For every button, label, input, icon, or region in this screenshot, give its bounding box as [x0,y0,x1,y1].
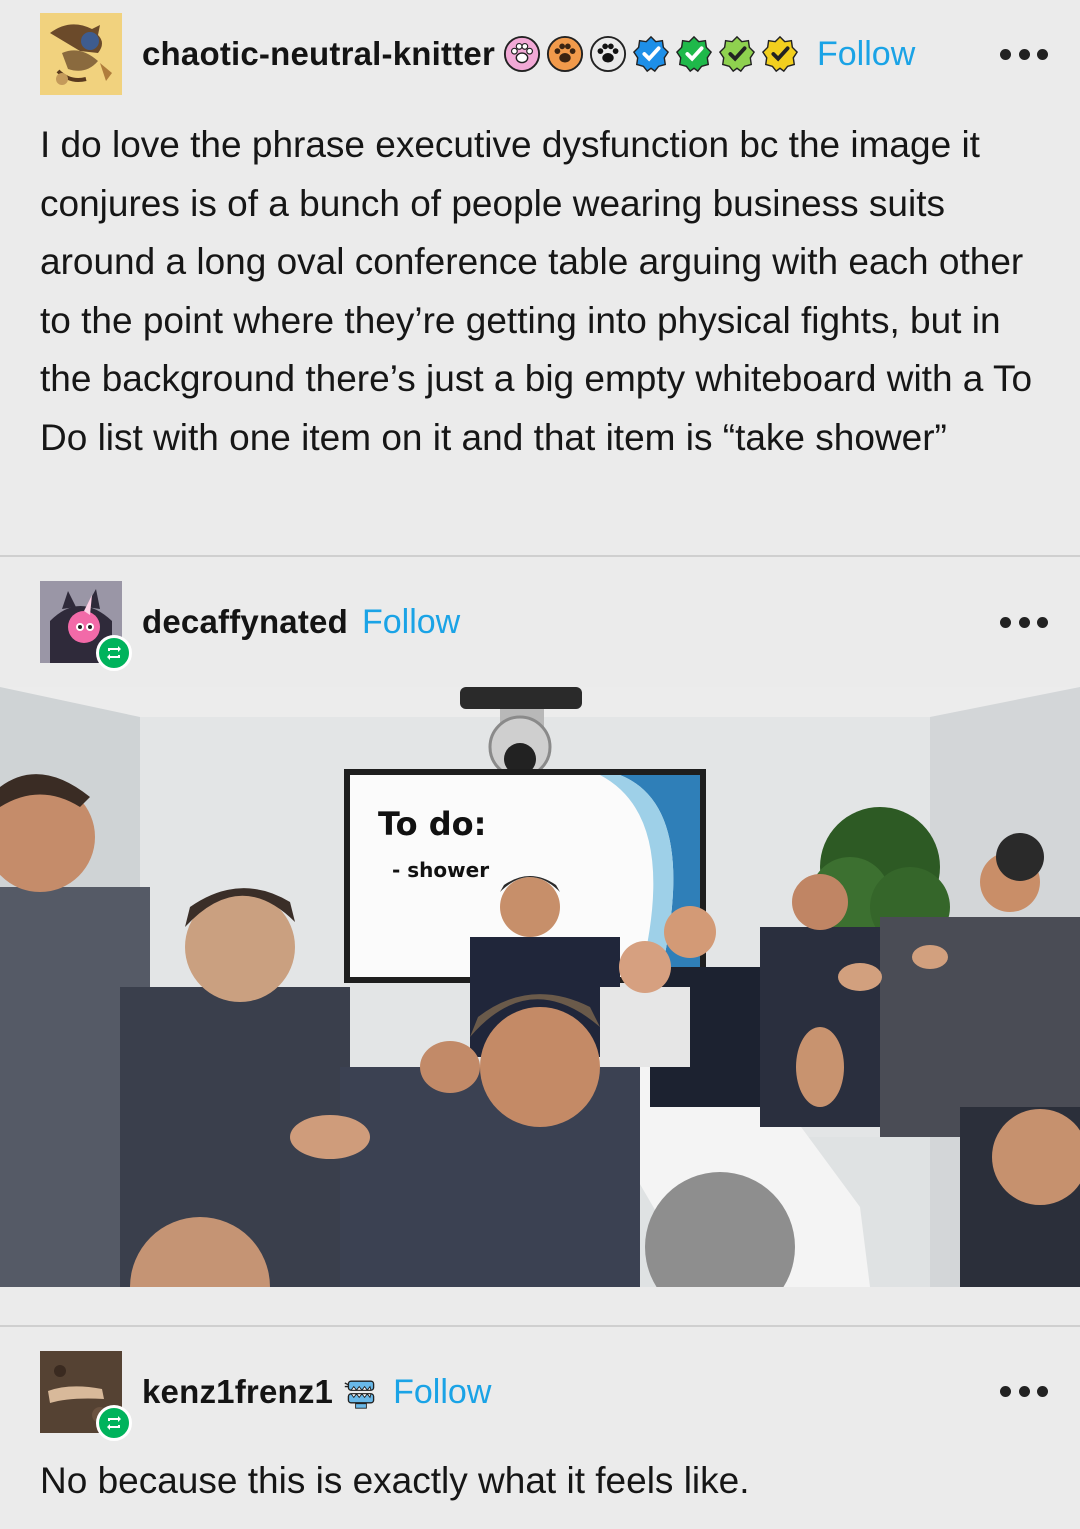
check-badge-yellow-icon [761,35,799,73]
divider [0,555,1080,557]
meme-image: To do: - shower [0,687,1080,1287]
post3-header: kenz1frenz1 Follow [40,1351,491,1441]
check-badge-green-icon [675,35,713,73]
post2-header: decaffynated Follow [40,581,460,671]
username[interactable]: decaffynated [142,603,348,641]
teeth-badge-icon [344,1380,375,1409]
more-options-icon[interactable] [1000,1381,1048,1401]
check-badge-lightgreen-icon [718,35,756,73]
reblog-icon [96,635,132,671]
check-badge-blue-icon [632,35,670,73]
more-options-icon[interactable] [1000,44,1048,64]
username[interactable]: chaotic-neutral-knitter [142,35,495,73]
more-options-icon[interactable] [1000,612,1048,632]
chaotic-neutral-knitter-avatar[interactable] [40,13,122,95]
follow-button[interactable]: Follow [817,35,915,74]
whiteboard-item: - shower [392,858,489,882]
post1-header: chaotic-neutral-knitter Follow [40,13,915,95]
kenz1frenz1-avatar[interactable] [40,1351,132,1441]
follow-button[interactable]: Follow [393,1373,491,1412]
reblog-icon [96,1405,132,1441]
post-text: I do love the phrase executive dysfuncti… [40,124,1033,458]
paw-badge-pink-icon [503,35,541,73]
user-badges [503,35,799,73]
paw-badge-orange-icon [546,35,584,73]
whiteboard-title: To do: [378,805,486,843]
post-text: No because this is exactly what it feels… [40,1460,750,1501]
paw-badge-black-icon [589,35,627,73]
divider [0,1325,1080,1327]
decaffynated-avatar[interactable] [40,581,132,671]
username[interactable]: kenz1frenz1 [142,1373,333,1411]
follow-button[interactable]: Follow [362,603,460,642]
